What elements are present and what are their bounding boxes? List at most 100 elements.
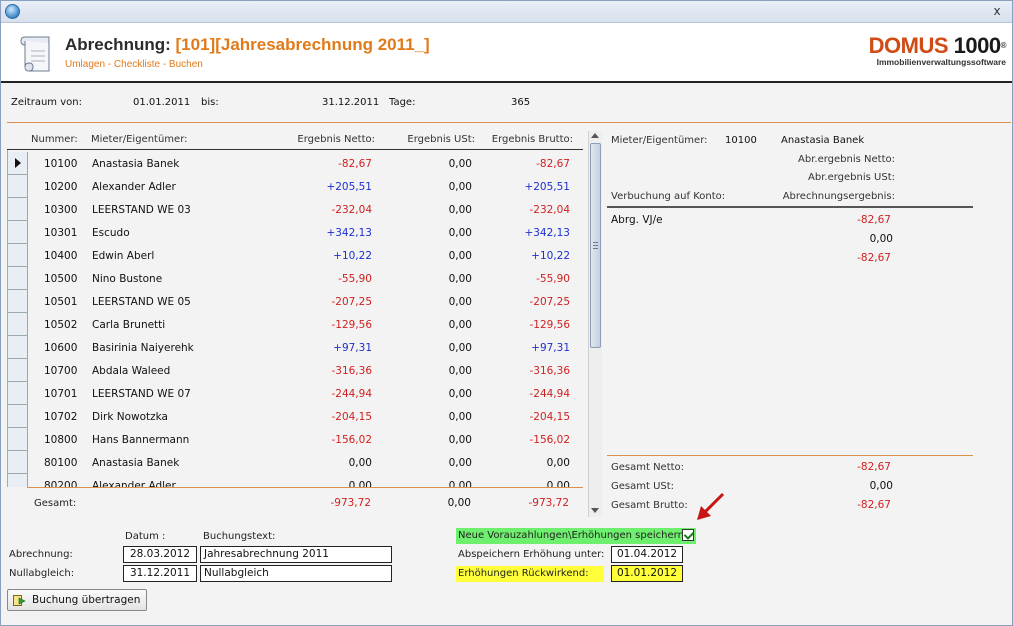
table-row[interactable]: 10200 Alexander Adler +205,51 0,00 +205,51 [8, 175, 583, 198]
cell-name: Hans Bannermann [92, 434, 190, 446]
table-row[interactable]: 80100 Anastasia Banek 0,00 0,00 0,00 [8, 451, 583, 474]
table-row[interactable]: 10700 Abdala Waleed -316,36 0,00 -316,36 [8, 359, 583, 382]
save-prepayments-checkbox[interactable] [682, 529, 694, 541]
header-tenant[interactable]: Mieter/Eigentümer: [91, 134, 188, 145]
section-divider [7, 122, 1011, 123]
header-gross[interactable]: Ergebnis Brutto: [481, 134, 573, 145]
cell-tax: 0,00 [448, 319, 472, 331]
cell-tax: 0,00 [448, 342, 472, 354]
nullabgleich-date-field[interactable]: 31.12.2011 [123, 565, 197, 582]
detail-total-tax-label: Gesamt USt: [611, 481, 675, 492]
cell-number: 10501 [44, 296, 78, 308]
header-number[interactable]: Nummer: [31, 134, 78, 145]
save-prepayments-label[interactable]: Neue Vorauzahlungen\Erhöhungen speichern [458, 530, 684, 541]
cell-gross: +342,13 [524, 227, 570, 239]
row-selector[interactable] [8, 359, 28, 382]
transfer-booking-button[interactable]: Buchung übertragen [7, 589, 148, 611]
table-row[interactable]: 10800 Hans Bannermann -156,02 0,00 -156,02 [8, 428, 583, 451]
cell-gross: -316,36 [529, 365, 570, 377]
cell-gross: -55,90 [536, 273, 570, 285]
cell-net: -316,36 [331, 365, 372, 377]
detail-result-label: Abrechnungsergebnis: [782, 191, 895, 202]
table-row[interactable]: 10600 Basirinia Naiyerehk +97,31 0,00 +97,31 [8, 336, 583, 359]
cell-name: Dirk Nowotzka [92, 411, 168, 423]
text-header: Buchungstext: [203, 531, 276, 542]
row-selector[interactable] [8, 336, 28, 359]
row-selector[interactable] [8, 198, 28, 221]
cell-number: 10502 [44, 319, 78, 331]
detail-total-gross-label: Gesamt Brutto: [611, 500, 688, 511]
row-selector[interactable] [8, 382, 28, 405]
scroll-thumb[interactable] [590, 143, 601, 348]
table-row[interactable]: 10100 Anastasia Banek -82,67 0,00 -82,67 [8, 152, 583, 175]
cell-net: -55,90 [338, 273, 372, 285]
cell-tax: 0,00 [448, 158, 472, 170]
detail-entry-label[interactable]: Abrg. VJ/e [611, 214, 663, 226]
cell-number: 10200 [44, 181, 78, 193]
row-selector[interactable] [8, 451, 28, 474]
header-net[interactable]: Ergebnis Netto: [281, 134, 375, 145]
grip-icon [593, 242, 598, 249]
logo-number: 1000 [953, 33, 1001, 58]
save-under-field[interactable]: 01.04.2012 [611, 546, 683, 563]
grid-footer-line [27, 487, 583, 488]
row-selector[interactable] [8, 474, 28, 487]
cell-net: -156,02 [331, 434, 372, 446]
row-selector[interactable] [8, 313, 28, 336]
grid-scrollbar[interactable] [588, 131, 602, 517]
table-row[interactable]: 10500 Nino Bustone -55,90 0,00 -55,90 [8, 267, 583, 290]
grid-header-line [7, 149, 583, 150]
row-selector[interactable] [8, 175, 28, 198]
cell-gross: -82,67 [536, 158, 570, 170]
header: Abrechnung: [101][Jahresabrechnung 2011_… [1, 23, 1012, 83]
row-selector[interactable] [8, 405, 28, 428]
table-row[interactable]: 10502 Carla Brunetti -129,56 0,00 -129,56 [8, 313, 583, 336]
cell-name: Abdala Waleed [92, 365, 171, 377]
row-selector[interactable] [8, 244, 28, 267]
row-selector[interactable] [8, 152, 28, 175]
row-selector[interactable] [8, 221, 28, 244]
table-row[interactable]: 10301 Escudo +342,13 0,00 +342,13 [8, 221, 583, 244]
retroactive-field[interactable]: 01.01.2012 [611, 565, 683, 582]
cell-tax: 0,00 [448, 434, 472, 446]
book-transfer-icon [13, 595, 26, 606]
cell-name: LEERSTAND WE 05 [92, 296, 191, 308]
detail-entry-gross: -82,67 [857, 252, 891, 264]
detail-total-net-label: Gesamt Netto: [611, 462, 685, 473]
page-title: Abrechnung: [101][Jahresabrechnung 2011_… [65, 35, 430, 55]
cell-number: 80100 [44, 457, 78, 469]
title-label: Abrechnung: [65, 35, 171, 54]
row-selector[interactable] [8, 428, 28, 451]
cell-number: 10500 [44, 273, 78, 285]
date-header: Datum : [125, 531, 166, 542]
table-row[interactable]: 10501 LEERSTAND WE 05 -207,25 0,00 -207,25 [8, 290, 583, 313]
scroll-down-icon[interactable] [591, 508, 599, 513]
results-grid[interactable]: 10100 Anastasia Banek -82,67 0,00 -82,67 1020… [7, 149, 583, 487]
row-selector[interactable] [8, 290, 28, 313]
table-row[interactable]: 10702 Dirk Nowotzka -204,15 0,00 -204,15 [8, 405, 583, 428]
cell-net: +97,31 [333, 342, 372, 354]
transfer-booking-label: Buchung übertragen [32, 594, 141, 606]
table-row[interactable]: 80200 Alexander Adler 0,00 0,00 0,00 [8, 474, 583, 487]
title-value: [101][Jahresabrechnung 2011_] [175, 35, 430, 54]
scroll-up-icon[interactable] [591, 133, 599, 138]
row-selector[interactable] [8, 267, 28, 290]
save-under-label: Abspeichern Erhöhung unter: [458, 549, 605, 560]
close-button[interactable]: x [990, 4, 1004, 18]
cell-name: Nino Bustone [92, 273, 163, 285]
nullabgleich-label: Nullabgleich: [9, 568, 75, 579]
cell-net: +10,22 [333, 250, 372, 262]
red-arrow-icon [697, 492, 725, 520]
cell-net: -232,04 [331, 204, 372, 216]
table-row[interactable]: 10400 Edwin Aberl +10,22 0,00 +10,22 [8, 244, 583, 267]
table-row[interactable]: 10300 LEERSTAND WE 03 -232,04 0,00 -232,04 [8, 198, 583, 221]
cell-number: 10100 [44, 158, 78, 170]
abrechnung-text-field[interactable]: Jahresabrechnung 2011 [200, 546, 392, 563]
header-tax[interactable]: Ergebnis USt: [391, 134, 475, 145]
nullabgleich-text-field[interactable]: Nullabgleich [200, 565, 392, 582]
table-row[interactable]: 10701 LEERSTAND WE 07 -244,94 0,00 -244,94 [8, 382, 583, 405]
subtitle-breadcrumb: Umlagen - Checkliste - Buchen [65, 59, 203, 70]
cell-name: Alexander Adler [92, 181, 176, 193]
logo-reg: ® [1000, 41, 1007, 50]
abrechnung-date-field[interactable]: 28.03.2012 [123, 546, 197, 563]
